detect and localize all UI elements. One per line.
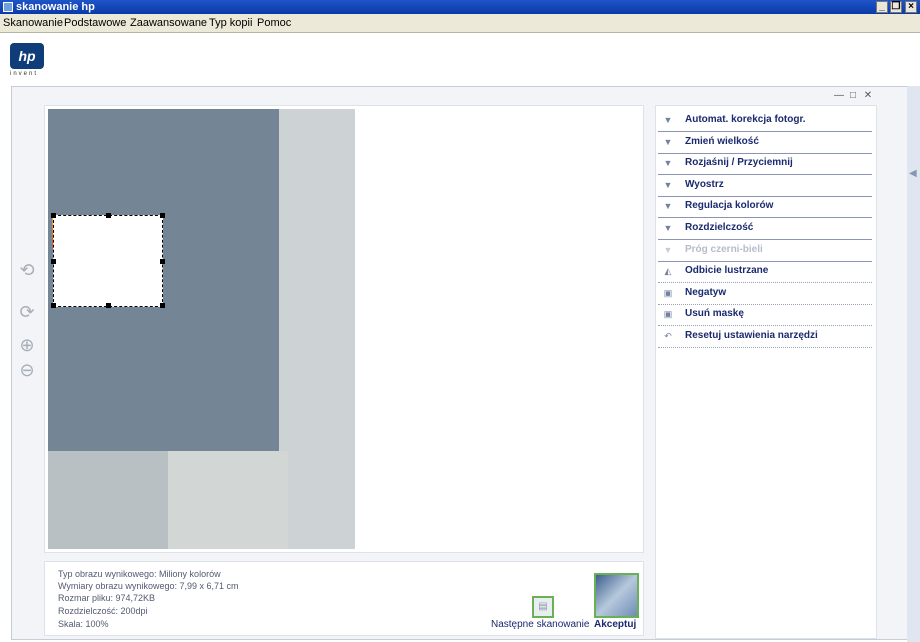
accept-icon[interactable] (594, 573, 639, 618)
tool-brightness[interactable]: ▼ Rozjaśnij / Przyciemnij (658, 153, 872, 175)
tool-auto-photo-correction[interactable]: ▼ Automat. korekcja fotogr. (658, 110, 872, 132)
menu-podstawowe[interactable]: Podstawowe (64, 16, 126, 30)
tool-label: Resetuj ustawienia narzędzi (685, 330, 818, 341)
negative-icon: ▣ (663, 288, 673, 298)
menu-skanowanie[interactable]: Skanowanie (3, 16, 63, 30)
tool-color-adjust[interactable]: ▼ Regulacja kolorów (658, 196, 872, 218)
panel-close-icon[interactable]: ✕ (863, 91, 873, 101)
tool-label: Wyostrz (685, 179, 724, 190)
mask-icon: ▣ (663, 309, 673, 319)
menu-typ-kopii[interactable]: Typ kopii (209, 16, 252, 30)
zoom-out-icon[interactable]: ⊖ (15, 358, 39, 382)
tool-label: Automat. korekcja fotogr. (685, 114, 806, 125)
panel-maximize-icon[interactable]: □ (848, 91, 858, 101)
crop-rotate-icon[interactable]: ⟳ (15, 300, 39, 324)
tool-reset[interactable]: ↶ Resetuj ustawienia narzędzi (658, 326, 872, 348)
accept-button[interactable]: Akceptuj (594, 619, 636, 630)
resize-handle[interactable] (51, 213, 56, 218)
menu-pomoc[interactable]: Pomoc (257, 16, 291, 30)
menu-bar: Skanowanie Podstawowe Zaawansowane Typ k… (0, 14, 920, 33)
info-scale: Skala: 100% (58, 619, 109, 629)
side-expander[interactable]: ◀ (907, 86, 920, 642)
close-button[interactable]: × (905, 1, 917, 13)
tool-bw-threshold: ▼ Próg czerni-bieli (658, 240, 872, 262)
tool-mirror[interactable]: ◭ Odbicie lustrzane (658, 261, 872, 283)
tool-remove-mask[interactable]: ▣ Usuń maskę (658, 304, 872, 326)
resize-handle[interactable] (160, 213, 165, 218)
selection-box[interactable] (51, 213, 165, 308)
chevron-down-icon: ▼ (663, 115, 673, 125)
tool-label: Odbicie lustrzane (685, 265, 769, 276)
chevron-down-icon: ▼ (663, 137, 673, 147)
info-file-size: Rozmar pliku: 974,72KB (58, 593, 156, 603)
tool-label: Rozdzielczość (685, 222, 754, 233)
brand-banner: hp invent (0, 33, 920, 86)
tool-label: Negatyw (685, 287, 727, 298)
panel-minimize-icon[interactable]: — (834, 91, 844, 101)
next-scan-icon[interactable]: ▤ (532, 596, 554, 618)
info-dimensions: Wymiary obrazu wynikowego: 7,99 x 6,71 c… (58, 581, 239, 591)
tool-resize[interactable]: ▼ Zmień wielkość (658, 132, 872, 154)
tool-negative[interactable]: ▣ Negatyw (658, 283, 872, 305)
collapse-arrow-icon[interactable]: ◀ (909, 168, 917, 179)
reset-icon: ↶ (664, 331, 672, 341)
restore-button[interactable]: ❐ (890, 1, 902, 13)
resize-handle[interactable] (51, 259, 56, 264)
resize-handle[interactable] (160, 259, 165, 264)
info-resolution: Rozdzielczość: 200dpi (58, 606, 148, 616)
resize-handle[interactable] (106, 303, 111, 308)
menu-zaawansowane[interactable]: Zaawansowane (130, 16, 207, 30)
scan-preview-image (48, 109, 355, 549)
hp-tagline: invent (10, 71, 39, 77)
tool-label: Zmień wielkość (685, 136, 759, 147)
tool-label: Regulacja kolorów (685, 200, 774, 211)
resize-handle[interactable] (160, 303, 165, 308)
tool-label: Usuń maskę (685, 308, 744, 319)
tool-label: Rozjaśnij / Przyciemnij (685, 157, 793, 168)
tool-label: Próg czerni-bieli (685, 244, 763, 255)
resize-handle[interactable] (51, 303, 56, 308)
info-image-type: Typ obrazu wynikowego: Miliony kolorów (58, 569, 221, 579)
chevron-down-icon: ▼ (663, 180, 673, 190)
chevron-down-icon: ▼ (663, 201, 673, 211)
minimize-button[interactable]: _ (876, 1, 888, 13)
hp-logo: hp (10, 43, 44, 69)
chevron-down-icon: ▼ (663, 245, 673, 255)
zoom-in-icon[interactable]: ⊕ (15, 333, 39, 357)
resize-handle[interactable] (106, 213, 111, 218)
tool-resolution[interactable]: ▼ Rozdzielczość (658, 218, 872, 240)
rotate-icon[interactable]: ⟲ (15, 258, 39, 282)
title-bar: skanowanie hp _ ❐ × (0, 0, 920, 14)
tool-sharpen[interactable]: ▼ Wyostrz (658, 175, 872, 197)
window-title: skanowanie hp (16, 1, 95, 13)
chevron-down-icon: ▼ (663, 158, 673, 168)
next-scan-button[interactable]: Następne skanowanie (491, 619, 589, 630)
mirror-icon: ◭ (664, 266, 672, 276)
chevron-down-icon: ▼ (663, 223, 673, 233)
app-icon (3, 2, 13, 12)
